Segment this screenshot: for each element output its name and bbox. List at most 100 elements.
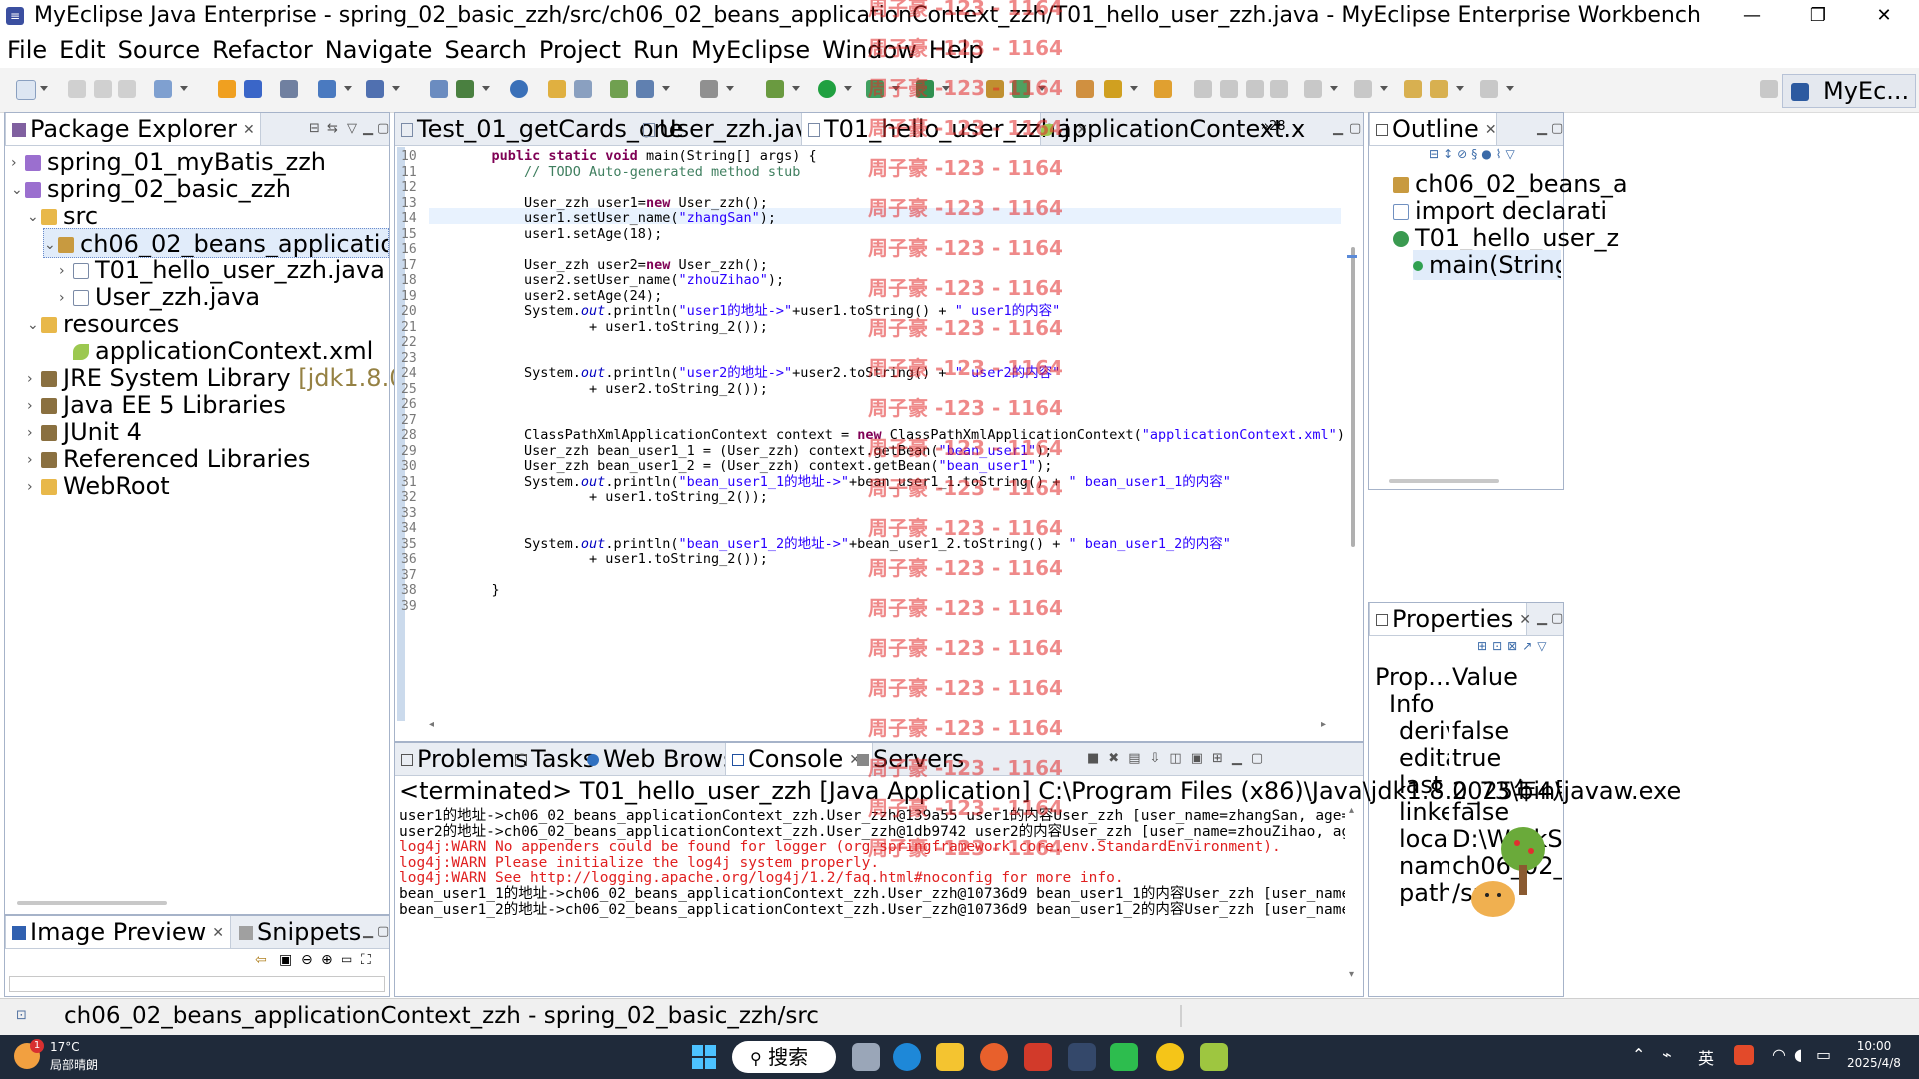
new-icon[interactable] [16,80,36,100]
chevron-down-icon[interactable]: ⌄ [44,230,58,257]
close-icon[interactable]: ✕ [212,925,224,941]
globe-icon[interactable] [510,80,528,98]
zoom-in-icon[interactable]: ⊕ [321,952,333,968]
property-key[interactable]: deriv [1399,717,1449,745]
editor-tab-user[interactable]: User_zzh.java [637,113,824,145]
outline-item-package[interactable]: ch06_02_beans_a [1393,169,1628,199]
fit-icon[interactable]: ▣ [279,952,292,968]
clock-time[interactable]: 10:00 [1846,1039,1902,1053]
save-all-icon[interactable] [94,80,112,98]
tree-item-webroot[interactable]: › WebRoot [27,471,170,501]
open-console-icon[interactable]: ⊞ [1212,751,1232,766]
chevron-down-icon[interactable]: ⌄ [27,202,41,232]
tree-item-resources[interactable]: ⌄ resources [27,309,179,339]
code-line[interactable]: user2.setAge(24); [459,288,662,305]
outline-item-imports[interactable]: import declarati [1393,196,1607,226]
property-value[interactable]: false [1452,717,1562,745]
tab-image-preview[interactable]: Image Preview ✕ [5,916,231,948]
deploy-icon[interactable] [280,80,298,98]
link-editor-icon[interactable]: ⇆ [327,121,338,136]
column-header-value[interactable]: Value [1452,663,1562,691]
view-menu-icon[interactable]: ▽ [1506,147,1519,161]
code-line[interactable]: + user1.toString_2()); [459,489,768,506]
search-toolbar-icon[interactable] [1104,80,1122,98]
tree-item-user-java[interactable]: › User_zzh.java [59,282,260,312]
show-whitespace-icon[interactable] [1246,80,1264,98]
toggle-block-icon[interactable] [1220,80,1238,98]
tab-snippets[interactable]: Snippets [233,916,361,948]
tree-item-src[interactable]: ⌄ src [27,201,98,231]
horizontal-scrollbar[interactable] [1389,479,1499,483]
terminal-dropdown-icon[interactable] [726,86,734,91]
property-value[interactable]: true [1452,744,1562,772]
code-line[interactable]: System.out.println("bean_user1_1的地址->"+b… [459,474,1231,491]
menu-source[interactable]: Source [111,34,205,64]
minimize-view-icon[interactable]: ▁ [363,924,373,939]
minimize-view-icon[interactable]: ▁ [363,121,373,136]
display-console-icon[interactable]: ▣ [1191,751,1212,766]
back-icon[interactable] [1430,80,1448,98]
horizontal-scrollbar[interactable] [17,901,167,905]
minimize-view-icon[interactable]: ▁ [1537,121,1547,136]
start-button[interactable] [692,1045,716,1069]
server-manage-icon[interactable] [430,80,448,98]
collapse-all-icon[interactable]: ⊟ [1429,147,1443,161]
tree-item-junit[interactable]: › JUnit 4 [27,417,142,447]
menu-edit[interactable]: Edit [52,34,110,64]
new-package-dropdown-icon[interactable] [662,86,670,91]
print-icon[interactable] [118,80,136,98]
property-key[interactable]: path [1399,879,1449,907]
terminal-icon[interactable] [700,80,718,98]
next-annotation-dropdown-icon[interactable] [1330,86,1338,91]
menu-search[interactable]: Search [437,34,531,64]
clock-date[interactable]: 2025/4/8 [1842,1056,1906,1070]
open-resource-icon[interactable] [244,80,262,98]
back-dropdown-icon[interactable] [1456,86,1464,91]
chevron-down-icon[interactable]: ⌄ [11,175,25,205]
chevron-right-icon[interactable]: › [27,472,41,502]
property-key[interactable]: locat [1399,825,1449,853]
tree-item-package-selected[interactable]: ⌄ ch06_02_beans_applicationContext [43,228,389,258]
code-line[interactable]: public static void main(String[] args) { [459,148,817,165]
back-icon[interactable]: ⇦ [255,952,267,968]
close-icon[interactable]: ✕ [1485,122,1497,138]
code-line[interactable]: + user1.toString_2()); [459,319,768,336]
scroll-right-icon[interactable]: ▸ [1321,719,1326,730]
tree-item-referenced-libs[interactable]: › Referenced Libraries [27,444,310,474]
debug-server-dropdown-icon[interactable] [392,86,400,91]
collapse-all-icon[interactable]: ⊟ [309,121,320,136]
scroll-left-icon[interactable]: ◂ [429,719,434,730]
file-explorer-icon[interactable] [936,1043,964,1071]
taskbar-search-box[interactable]: ⚲ 搜索 [732,1041,836,1073]
open-type-icon[interactable] [218,80,236,98]
run-server-icon[interactable] [318,80,336,98]
hide-nonpublic-icon[interactable]: ● [1481,147,1495,161]
tab-package-explorer[interactable]: Package Explorer ✕ [5,113,261,145]
chevron-down-icon[interactable]: ⌄ [27,310,41,340]
outline-item-main-selected[interactable]: main(String[]) [1413,250,1561,280]
scroll-down-icon[interactable]: ▾ [1349,969,1354,980]
menu-myeclipse[interactable]: MyEclipse [684,34,815,64]
weather-desc[interactable]: 局部晴朗 [50,1056,98,1073]
new-package-icon[interactable] [636,80,654,98]
debug-server-icon[interactable] [366,80,384,98]
run-dropdown-icon[interactable] [844,86,852,91]
maximize-view-icon[interactable]: ▢ [1551,611,1563,626]
menu-project[interactable]: Project [532,34,626,64]
build-dropdown-icon[interactable] [482,86,490,91]
maximize-view-icon[interactable]: ▢ [1349,121,1361,136]
maximize-view-icon[interactable]: ▢ [377,924,389,939]
pin-icon[interactable]: ↗ [1522,639,1537,653]
search-toolbar-dropdown-icon[interactable] [1130,86,1138,91]
sort-icon[interactable]: ↕ [1443,147,1457,161]
outline-item-class[interactable]: T01_hello_user_z [1393,223,1619,253]
code-line[interactable]: // TODO Auto-generated method stub [459,164,800,181]
code-line[interactable]: User_zzh user1=new User_zzh(); [459,195,768,212]
occurrence-marker[interactable] [1347,255,1357,258]
code-line[interactable]: user2.setUser_name("zhouZihao"); [459,272,784,289]
wifi-icon[interactable]: ◠ [1772,1045,1786,1064]
annotation-icon[interactable] [1154,80,1172,98]
tab-properties[interactable]: Properties ✕ [1369,603,1531,635]
close-icon[interactable]: ✕ [1519,612,1531,628]
categories-icon[interactable]: ⊞ [1477,639,1492,653]
